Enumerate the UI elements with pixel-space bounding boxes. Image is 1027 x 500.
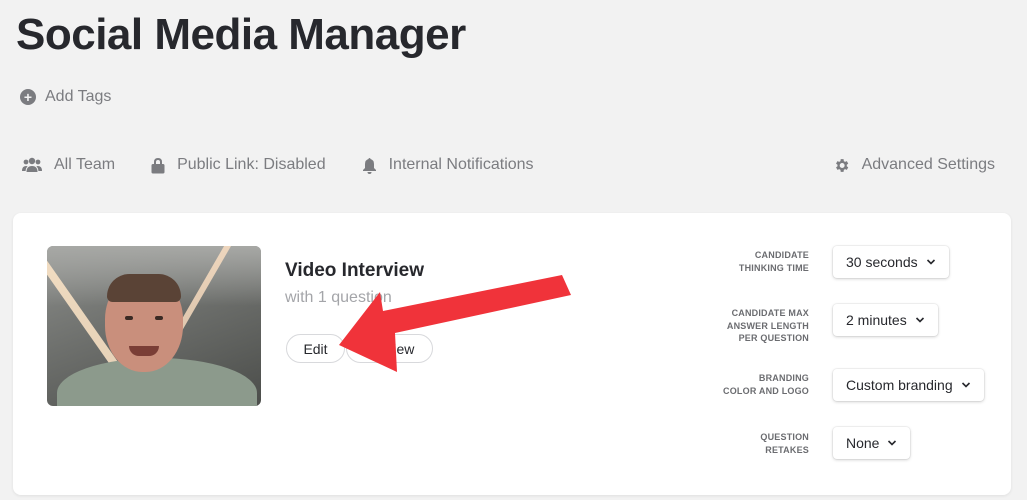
select-value: None [846,435,880,451]
edit-button[interactable]: Edit [286,334,345,363]
setting-label: CANDIDATE THINKING TIME [699,249,809,274]
add-tags-label: Add Tags [45,88,112,105]
thinking-time-select[interactable]: 30 seconds [833,246,949,278]
lock-icon [151,157,165,173]
thumbnail-eye [155,316,163,320]
branding-select[interactable]: Custom branding [833,369,984,401]
setting-label-line: ANSWER LENGTH [726,320,809,331]
preview-button[interactable]: Preview [346,334,433,363]
setting-label-line: RETAKES [765,444,809,455]
page-title: Social Media Manager [16,10,466,59]
add-tags-button[interactable]: + Add Tags [20,88,111,106]
interview-card: Video Interview with 1 question Edit Pre… [13,213,1011,495]
setting-label: BRANDING COLOR AND LOGO [699,372,809,397]
setting-label: CANDIDATE MAX ANSWER LENGTH PER QUESTION [699,307,809,345]
setting-label-line: PER QUESTION [738,333,809,343]
interview-title: Video Interview [285,260,425,281]
video-thumbnail[interactable] [47,246,261,406]
advanced-settings-button[interactable]: Advanced Settings [833,156,995,174]
thumbnail-eye [125,316,133,320]
retakes-select[interactable]: None [833,427,911,459]
bell-icon [362,157,376,174]
setting-label: QUESTION RETAKES [699,431,809,456]
setting-label-line: CANDIDATE [754,250,809,260]
answer-length-select[interactable]: 2 minutes [833,304,938,336]
users-icon [22,157,42,172]
setting-label-line: COLOR AND LOGO [723,385,809,396]
notifications-label: Internal Notifications [388,156,534,173]
chevron-down-icon [888,440,897,446]
select-value: 2 minutes [846,312,907,328]
plus-circle-icon: + [20,89,36,105]
chevron-down-icon [961,382,970,388]
select-value: Custom branding [846,377,953,393]
setting-label-line: QUESTION [760,432,809,442]
select-value: 30 seconds [846,254,918,270]
setting-label-line: THINKING TIME [738,262,809,273]
advanced-settings-label: Advanced Settings [861,156,995,173]
thumbnail-person-hair [107,274,181,302]
public-link-label: Public Link: Disabled [177,156,326,173]
gear-icon [835,158,848,172]
team-button[interactable]: All Team [22,156,115,174]
chevron-down-icon [915,317,924,323]
notifications-button[interactable]: Internal Notifications [362,156,534,174]
setting-label-line: CANDIDATE MAX [731,308,809,318]
public-link-button[interactable]: Public Link: Disabled [151,156,326,174]
setting-label-line: BRANDING [758,373,809,383]
chevron-down-icon [926,259,935,265]
interview-subtitle: with 1 question [285,289,392,306]
toolbar: All Team Public Link: Disabled Internal … [22,156,995,174]
team-label: All Team [54,156,116,173]
